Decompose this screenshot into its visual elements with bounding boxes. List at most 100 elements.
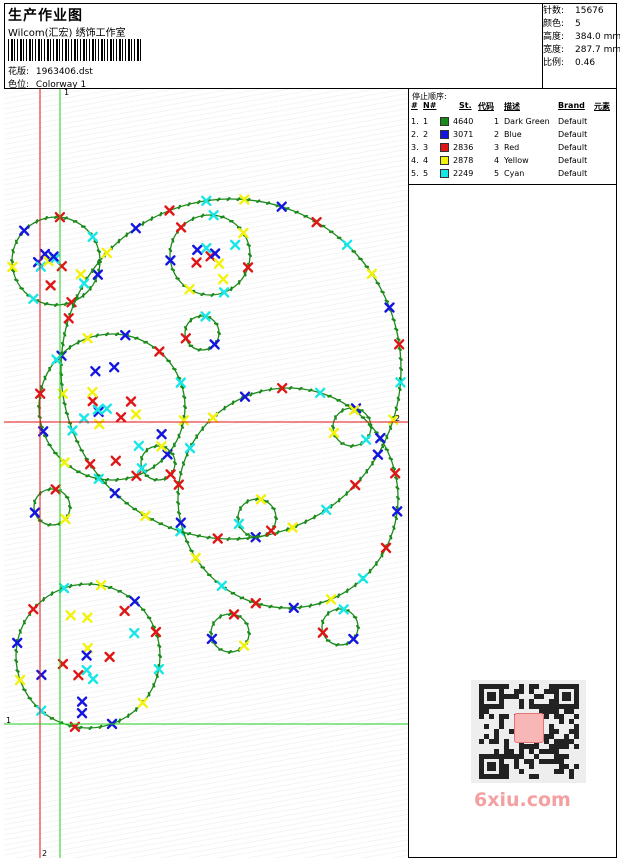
qr-module: [544, 734, 549, 739]
cross-stitch-mark: [81, 664, 92, 676]
cross-stitch-mark: [45, 280, 56, 291]
qr-module: [534, 754, 539, 759]
qr-module: [519, 769, 524, 774]
cross-stitch-mark: [216, 580, 228, 591]
cross-stitch-mark: [348, 633, 359, 645]
cross-stitch-mark: [92, 269, 104, 280]
qr-module: [524, 759, 529, 764]
qr-module: [569, 769, 574, 774]
cross-stitch-mark: [19, 225, 30, 236]
stop-sequence-header: # N# St. 代码 描述 Brand 元素: [409, 101, 617, 112]
cross-stitch-mark: [82, 332, 93, 344]
qr-module: [484, 724, 489, 729]
qr-module: [529, 759, 534, 764]
cross-stitch-mark: [209, 339, 220, 350]
qr-module: [504, 754, 509, 759]
row-hash: 1.: [411, 117, 419, 126]
cross-stitch-mark: [372, 449, 384, 460]
leaf-stitch: [146, 616, 152, 620]
qr-module: [514, 759, 519, 764]
cross-stitch-mark: [317, 627, 329, 638]
qr-module: [539, 749, 544, 754]
leaf-stitch: [117, 238, 121, 244]
color-swatch: [440, 130, 449, 139]
qr-module: [519, 744, 524, 749]
guide-label-h2: 2: [395, 414, 400, 423]
cross-stitch-mark: [104, 651, 115, 663]
qr-module: [549, 724, 554, 729]
cross-stitch-mark: [154, 346, 165, 357]
qr-module: [564, 734, 569, 739]
cross-stitch-mark: [218, 287, 230, 298]
cross-stitch-mark: [165, 469, 176, 480]
header-block: 生产作业图 Wilcom(汇宏) 绣饰工作室 花版: 1963406.dst 色…: [4, 3, 543, 90]
stop-row: 3. 3 2836 3 Red Default: [409, 141, 617, 154]
qr-module: [559, 769, 564, 774]
row-n: 2: [423, 130, 429, 139]
col-element: 元素: [594, 102, 610, 111]
cross-stitch-mark: [366, 268, 377, 280]
row-hash: 5.: [411, 169, 419, 178]
qr-module: [539, 704, 544, 709]
qr-module: [554, 744, 559, 749]
cross-stitch-mark: [129, 627, 140, 639]
cross-stitch-mark: [63, 313, 74, 324]
col-code: 代码: [478, 102, 494, 111]
cross-stitch-mark: [76, 707, 88, 719]
cross-stitch-mark: [81, 650, 92, 661]
cross-stitch-mark: [109, 488, 121, 499]
cross-stitch-mark: [108, 362, 120, 373]
leaf-stitch: [64, 496, 70, 499]
qr-module: [499, 714, 504, 719]
guide-label-h1: 1: [6, 716, 11, 725]
qr-module: [509, 694, 514, 699]
cross-stitch-mark: [140, 510, 151, 522]
qr-module: [494, 739, 499, 744]
qr-module: [554, 759, 559, 764]
cross-stitch-mark: [125, 396, 137, 407]
stop-row: 5. 5 2249 5 Cyan Default: [409, 167, 617, 180]
cross-stitch-mark: [119, 605, 130, 617]
qr-module: [514, 689, 519, 694]
cross-stitch-mark: [213, 258, 225, 269]
leaf-stitch: [172, 367, 177, 371]
row-code: 1: [494, 117, 500, 126]
cross-stitch-mark: [51, 354, 62, 365]
leaf-stitch: [351, 250, 357, 253]
qr-module: [554, 739, 559, 744]
qr-module: [559, 764, 564, 769]
barcode: [8, 39, 142, 61]
leaf-stitch: [223, 405, 226, 411]
qr-module: [534, 744, 539, 749]
qr-module: [479, 709, 484, 714]
cross-stitch-mark: [29, 507, 41, 518]
cross-stitch-mark: [87, 395, 98, 407]
qr-module: [569, 729, 574, 734]
cross-stitch-mark: [60, 513, 71, 525]
qr-module: [504, 714, 509, 719]
qr-module: [554, 709, 559, 714]
cross-stitch-mark: [164, 205, 175, 216]
row-n: 4: [423, 156, 429, 165]
cross-stitch-mark: [217, 273, 229, 285]
cross-stitch-mark: [137, 697, 148, 708]
cross-stitch-mark: [265, 525, 277, 536]
qr-module: [549, 759, 554, 764]
stop-sequence-panel: 停止顺序: # N# St. 代码 描述 Brand 元素 1. 1 4640 1 Da…: [409, 89, 617, 185]
cross-stitch-mark: [78, 278, 90, 289]
leaf-stitch: [141, 221, 145, 226]
qr-module: [559, 719, 564, 724]
row-desc: Yellow: [504, 156, 529, 165]
stat-colors: 颜色: 5: [543, 19, 581, 29]
row-stitches: 2249: [453, 169, 474, 178]
cross-stitch-mark: [184, 284, 195, 295]
cross-stitch-mark: [184, 442, 196, 454]
leaf-stitch: [200, 566, 206, 569]
row-stitches: 2836: [453, 143, 474, 152]
qr-module: [494, 729, 499, 734]
qr-module: [569, 774, 574, 779]
cross-stitch-mark: [229, 239, 241, 251]
cross-stitch-mark: [14, 674, 26, 686]
qr-module: [489, 714, 494, 719]
cross-stitch-mark: [28, 604, 39, 615]
